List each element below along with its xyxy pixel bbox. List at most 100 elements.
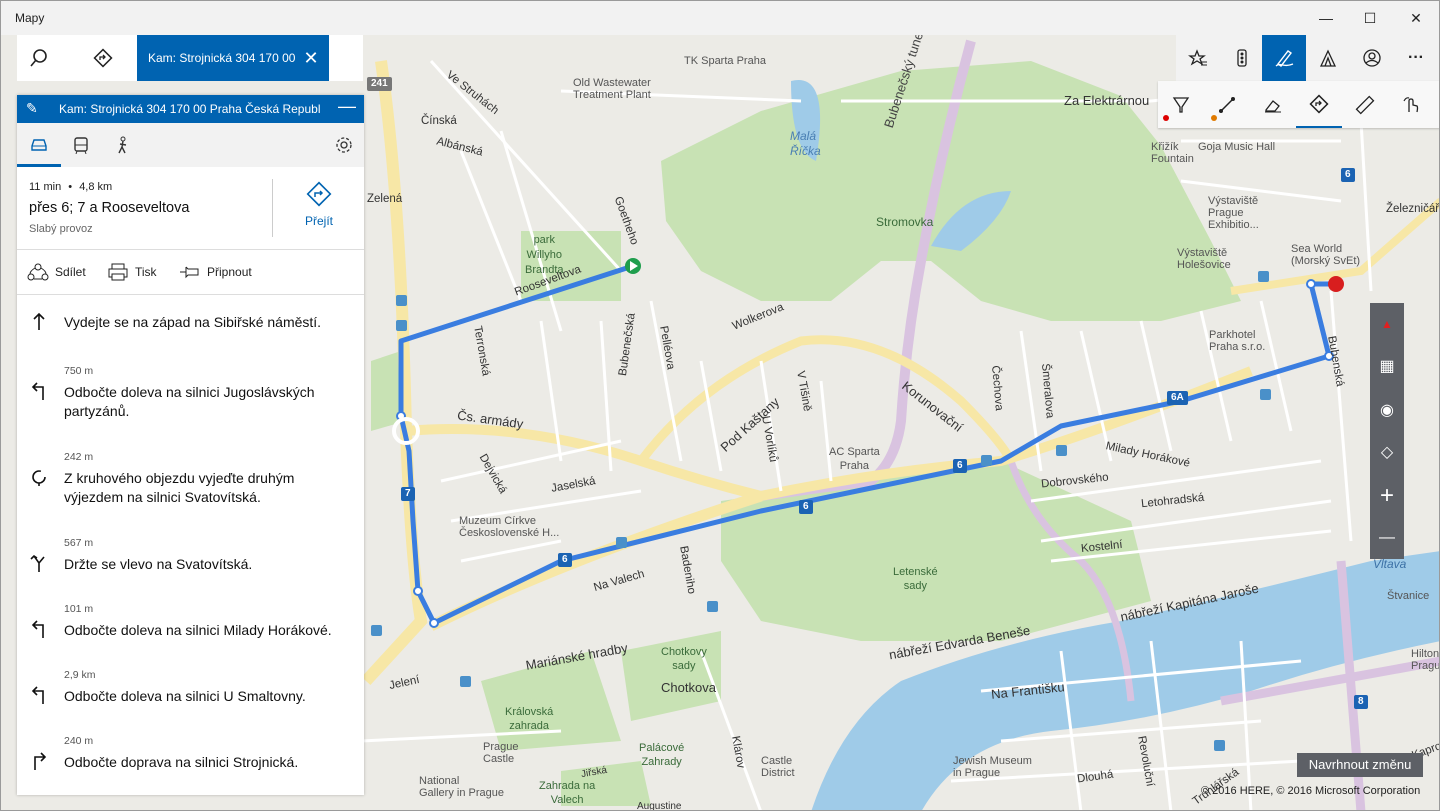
label-mala-ricka: Malá Říčka [790, 129, 821, 158]
more-button[interactable]: ··· [1394, 35, 1438, 81]
route-time-distance: 11 min • 4,8 km [29, 181, 112, 193]
copyright: © 2016 HERE, © 2016 Microsoft Corporatio… [1201, 785, 1421, 797]
tab-transit[interactable] [59, 123, 103, 167]
route-end-marker[interactable] [1328, 276, 1344, 292]
measure-line-button[interactable] [1204, 81, 1250, 128]
go-button[interactable]: Přejít [289, 181, 349, 237]
ruler-button[interactable] [1342, 81, 1388, 128]
roundabout-icon [32, 470, 46, 486]
touch-writing-button[interactable] [1388, 81, 1434, 128]
poi-marker[interactable] [396, 320, 407, 331]
label-zahrada-na-valech: Zahrada na Valech [539, 780, 596, 806]
collapse-panel-button[interactable]: — [338, 96, 356, 117]
route-summary[interactable]: 11 min • 4,8 km přes 6; 7 a Rooseveltova… [17, 167, 364, 250]
ink-toolbar [1158, 81, 1439, 128]
account-button[interactable] [1350, 35, 1394, 81]
go-directions-icon [306, 181, 332, 207]
touch-writing-icon [1403, 96, 1419, 112]
road-shield: 6 [799, 500, 813, 514]
tab-walk[interactable] [101, 123, 145, 167]
poi-marker[interactable] [396, 295, 407, 306]
poi-marker[interactable] [981, 455, 992, 466]
tab-drive[interactable] [17, 123, 61, 167]
label-kralovska-zahrada: Královská zahrada [505, 706, 554, 732]
route-actions: Sdílet Tisk Připnout [17, 250, 364, 295]
pen-color-dot [1163, 115, 1169, 121]
direction-step[interactable]: Vydejte se na západ na Sibiřské náměstí. [17, 295, 364, 357]
turn-left-icon [31, 686, 44, 704]
show-location-button[interactable]: ◉ [1370, 389, 1404, 431]
ink-button[interactable] [1262, 35, 1306, 81]
directions-button[interactable] [81, 35, 125, 81]
street-zelena: Zelená [367, 193, 403, 205]
direction-step[interactable]: 2,9 km Odbočte doleva na silnici U Smalt… [17, 665, 364, 727]
poi-marker[interactable] [1260, 389, 1271, 400]
route-waypoint [429, 618, 439, 628]
traffic-button[interactable] [1220, 35, 1264, 81]
maximize-button[interactable]: ☐ [1347, 1, 1393, 35]
poi-vystaviste: Výstaviště Prague Exhibitio... [1208, 195, 1259, 231]
step-text: Z kruhového objezdu vyjeďte druhým výjez… [64, 470, 295, 505]
turn-left-icon [31, 382, 44, 400]
ink-directions-button[interactable] [1296, 81, 1342, 128]
step-distance: 750 m [64, 365, 94, 377]
step-text: Odbočte doprava na silnici Strojnická. [64, 754, 299, 770]
direction-step[interactable]: 750 m Odbočte doleva na silnici Jugosláv… [17, 361, 364, 443]
streetside-button[interactable]: ▦ [1370, 345, 1404, 387]
step-distance: 101 m [64, 603, 94, 615]
step-distance: 242 m [64, 451, 94, 463]
search-bar: Kam: Strojnická 304 170 00 I ✕ [17, 35, 363, 81]
compass-button[interactable]: ▲ [1370, 303, 1404, 345]
edit-route-icon[interactable]: ✎ [26, 100, 38, 117]
ink-directions-icon [1309, 93, 1329, 114]
close-destination-button[interactable]: ✕ [297, 35, 325, 81]
route-options-button[interactable] [322, 123, 364, 167]
poi-jewish-museum: Jewish Museum in Prague [953, 755, 1032, 779]
zoom-out-button[interactable]: — [1370, 517, 1404, 559]
direction-step[interactable]: 567 m Držte se vlevo na Svatovítská. [17, 533, 364, 595]
poi-marker[interactable] [707, 601, 718, 612]
poi-sea-world: Sea World (Morský SvEt) [1291, 243, 1361, 267]
poi-marker[interactable] [616, 537, 627, 548]
travel-mode-tabs [17, 123, 364, 167]
step-text: Odbočte doleva na silnici Milady Horákov… [64, 622, 332, 638]
eraser-button[interactable] [1250, 81, 1296, 128]
map-controls: ▲ ▦ ◉ ◇ + — [1370, 303, 1404, 559]
poi-marker[interactable] [371, 625, 382, 636]
label-letenske-sady: Letenské sady [893, 566, 938, 592]
map-toolbar: ··· [1176, 35, 1439, 81]
print-button[interactable]: Tisk [107, 260, 157, 284]
street-zeleznicaru: Železničářů [1386, 203, 1440, 215]
route-separator: • [68, 181, 73, 193]
close-window-button[interactable]: ✕ [1393, 1, 1439, 35]
road-shield: 6 [953, 459, 967, 473]
poi-marker[interactable] [460, 676, 471, 687]
zoom-in-button[interactable]: + [1370, 475, 1404, 517]
direction-step[interactable]: 101 m Odbočte doleva na silnici Milady H… [17, 599, 364, 661]
pin-button[interactable]: Připnout [179, 260, 252, 284]
step-distance: 567 m [64, 537, 94, 549]
favorites-button[interactable] [1176, 35, 1220, 81]
destination-tab[interactable]: Kam: Strojnická 304 170 00 I ✕ [137, 35, 329, 81]
road-yellow-2 [405, 366, 1253, 502]
direction-step[interactable]: 240 m Odbočte doprava na silnici Strojni… [17, 731, 364, 793]
route-via: přes 6; 7 a Rooseveltova [29, 200, 190, 216]
share-label: Sdílet [55, 265, 86, 279]
poi-marker[interactable] [1056, 445, 1067, 456]
map-layers-button[interactable]: ◇ [1370, 431, 1404, 473]
share-button[interactable]: Sdílet [27, 260, 86, 284]
3d-cities-button[interactable] [1306, 35, 1350, 81]
favorites-icon [1188, 49, 1207, 66]
poi-prague-castle: Prague Castle [483, 741, 519, 765]
direction-step[interactable]: 242 m Z kruhového objezdu vyjeďte druhým… [17, 447, 364, 529]
poi-marker[interactable] [1258, 271, 1269, 282]
suggest-change-button[interactable]: Navrhnout změnu [1297, 753, 1423, 777]
minimize-button[interactable]: — [1303, 1, 1349, 35]
road-shield: 6 [558, 553, 572, 567]
search-button[interactable] [17, 35, 61, 81]
road-shield: 8 [1354, 695, 1368, 709]
poi-marker[interactable] [1214, 740, 1225, 751]
ballpoint-pen-button[interactable] [1158, 81, 1204, 128]
directions-header[interactable]: ✎ Kam: Strojnická 304 170 00 Praha Česká… [17, 95, 364, 123]
3d-cities-icon [1319, 49, 1337, 67]
